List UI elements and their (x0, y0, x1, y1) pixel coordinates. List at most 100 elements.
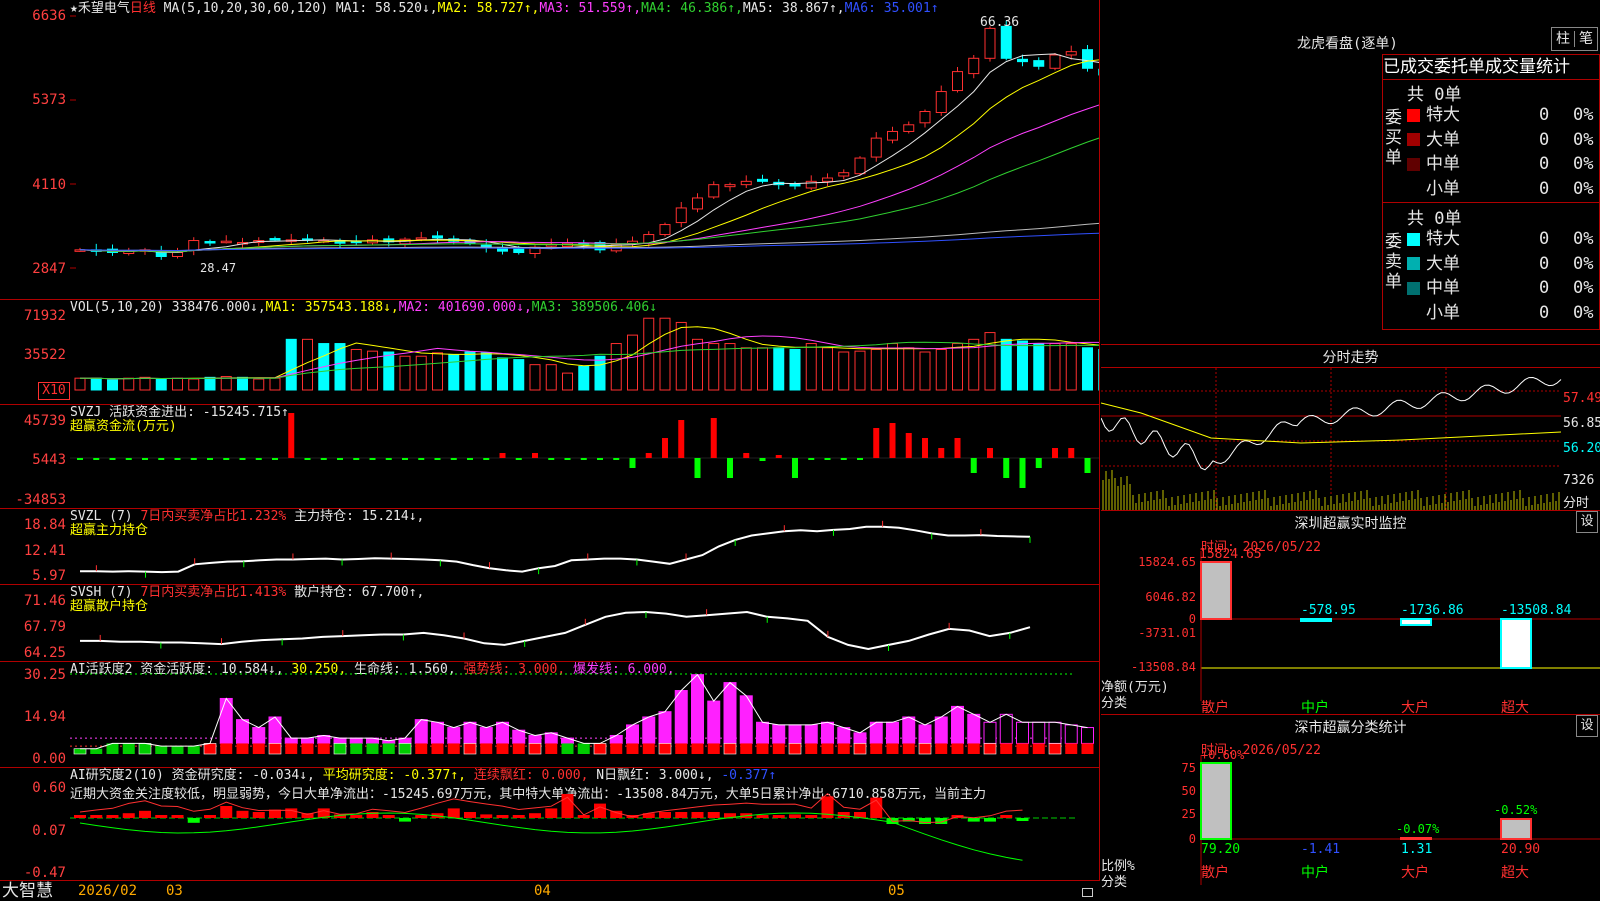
volume-bar (1018, 341, 1028, 390)
volume-bar (108, 380, 118, 390)
volume-bar (449, 355, 459, 390)
price-low-label: 28.47 (200, 261, 236, 275)
monitor-panel[interactable]: 深圳超赢实时监控 设 时间: 2026/05/22 15824.656046.8… (1101, 511, 1600, 715)
price-candle (920, 112, 930, 123)
ai1-bar-upper (708, 701, 720, 743)
order-count: 0 (1539, 104, 1549, 126)
order-count: 0 (1539, 129, 1549, 151)
tick-button[interactable]: 笔 (1575, 31, 1597, 47)
ai1-bar-lower (497, 743, 509, 754)
ai1-bar-lower (545, 743, 557, 754)
volume-bar (238, 377, 248, 390)
volume-bar (286, 339, 296, 390)
date-mar: 03 (166, 883, 183, 899)
ai2-bar (415, 815, 427, 818)
stats-panel[interactable]: 深市超赢分类统计 设 时间: 2026/05/22 755025079.20散户… (1101, 715, 1600, 900)
price-y-bottom: 2847 (0, 262, 66, 276)
ai1-bar-lower (1000, 743, 1012, 754)
stats-category-label: 中户 (1301, 864, 1329, 881)
price-candle (221, 241, 231, 243)
sell-total: 共 0单 (1407, 204, 1461, 229)
intraday-y-1: 57.49 (1563, 391, 1600, 406)
left-chart-area[interactable]: ★禾望电气日线 MA(5,10,20,30,60,120) MA1: 58.52… (0, 0, 1100, 880)
svzj-bar (500, 453, 506, 458)
monitor-category-label: 中户 (1301, 699, 1329, 715)
ai1-bar-lower (367, 743, 379, 754)
order-percent: 0% (1573, 104, 1593, 126)
monitor-category-label: 超大 (1501, 700, 1529, 715)
volume-panel[interactable]: VOL(5,10,20) 338476.000↓,MA1: 357543.188… (0, 300, 1099, 405)
ai1-bar-lower (285, 743, 297, 754)
volume-bar (400, 356, 410, 390)
price-candle (416, 238, 426, 240)
svzj-bar (565, 458, 571, 460)
intraday-title: 分时走势 (1101, 347, 1600, 367)
ai1-y-bottom: 0.00 (0, 752, 66, 766)
svzj-bar (971, 458, 977, 473)
stats-value-label: -1.41 (1301, 842, 1340, 857)
ai1-bar-lower (789, 743, 801, 754)
intraday-panel[interactable]: 分时走势 57.49 56.85 56.20 7326 分时 (1101, 345, 1600, 511)
svzj-y-mid: 5443 (0, 453, 66, 467)
price-chart[interactable]: 66.3628.47 (70, 0, 1099, 298)
ai1-bar-lower (724, 743, 736, 754)
svsh-chart[interactable] (70, 585, 1099, 660)
order-stat-row: 小单00% (1407, 178, 1599, 200)
ai1-bar-upper (562, 738, 574, 743)
svzj-bar (1020, 458, 1026, 488)
bottom-date-axis: 大智慧 2026/02 03 04 05 (0, 880, 1100, 900)
svzj-bar (516, 458, 522, 460)
stats-y-label: 25 (1182, 807, 1196, 821)
stats-chart[interactable]: 755025079.20散户-1.41中户1.31大户20.90超大+0.60%… (1101, 715, 1600, 900)
volume-bar (530, 365, 540, 390)
intraday-chart[interactable] (1101, 368, 1600, 510)
tab-committed[interactable]: 已成交委托 (1383, 57, 1468, 77)
volume-bar (1066, 344, 1076, 390)
lhb-button-bar[interactable]: 柱笔 (1551, 27, 1598, 51)
svzj-bar (808, 458, 814, 460)
ai1-bar-upper (1033, 722, 1045, 743)
volume-bar (416, 356, 426, 390)
intraday-y-2: 56.85 (1563, 416, 1600, 431)
ai1-bar-lower (123, 743, 135, 754)
price-candle (676, 208, 686, 223)
price-panel[interactable]: ★禾望电气日线 MA(5,10,20,30,60,120) MA1: 58.52… (0, 0, 1099, 300)
lhb-tabs[interactable]: 已成交委托单成交量统计 (1382, 54, 1600, 80)
volume-bar (725, 344, 735, 390)
ai1-bar-upper (984, 722, 996, 743)
ai-research-chart[interactable] (70, 768, 1099, 880)
volume-chart[interactable] (70, 300, 1099, 403)
svzj-panel[interactable]: SVZJ 活跃资金进出: -15245.715↑, 超赢资金流(万元) 4573… (0, 405, 1099, 509)
svzl-panel[interactable]: SVZL (7) 7日内买卖净占比1.232% 主力持仓: 15.214↓, 超… (0, 509, 1099, 585)
lhb-panel[interactable]: 龙虎看盘(逐单) 柱笔 已成交委托单成交量统计 委买单 共 0单 特大00%大单… (1101, 0, 1600, 345)
svzj-bar (548, 458, 554, 460)
ai1-bar-upper (269, 717, 281, 743)
color-swatch-icon (1407, 182, 1420, 195)
svsh-panel[interactable]: SVSH (7) 7日内买卖净占比1.413% 散户持仓: 67.700↑, 超… (0, 585, 1099, 662)
order-percent: 0% (1573, 253, 1593, 275)
tab-volume-stats[interactable]: 单成交量统计 (1468, 57, 1570, 77)
volume-bar (823, 348, 833, 390)
svsh-y-bottom: 64.25 (0, 646, 66, 660)
color-swatch-icon (1407, 109, 1420, 122)
order-stat-row: 特大00% (1407, 228, 1599, 250)
svzj-chart[interactable] (70, 405, 1099, 507)
ai-activity-panel[interactable]: AI活跃度2 资金活跃度: 10.584↓, 30.250, 生命线: 1.56… (0, 662, 1099, 768)
volume-bar (1050, 344, 1060, 390)
ai1-bar-lower (643, 743, 655, 754)
ai-research-panel[interactable]: AI研究度2(10) 资金研究度: -0.034↓, 平均研究度: -0.377… (0, 768, 1099, 880)
order-size-label: 中单 (1426, 278, 1460, 298)
lock-icon[interactable] (1082, 888, 1093, 897)
ai1-bar-lower (838, 743, 850, 754)
ai1-bar-lower (935, 743, 947, 754)
svzl-chart[interactable] (70, 509, 1099, 583)
ai1-bar-lower (887, 743, 899, 754)
color-swatch-icon (1407, 133, 1420, 146)
ai1-bar-upper (935, 717, 947, 743)
ai2-bar (253, 812, 265, 818)
ai-activity-chart[interactable] (70, 662, 1099, 766)
volume-bar (546, 365, 556, 390)
monitor-chart[interactable]: 15824.656046.820-3731.01-13508.8415824.6… (1101, 511, 1600, 715)
bar-button[interactable]: 柱 (1552, 31, 1575, 47)
ai1-bar-upper (432, 722, 444, 743)
